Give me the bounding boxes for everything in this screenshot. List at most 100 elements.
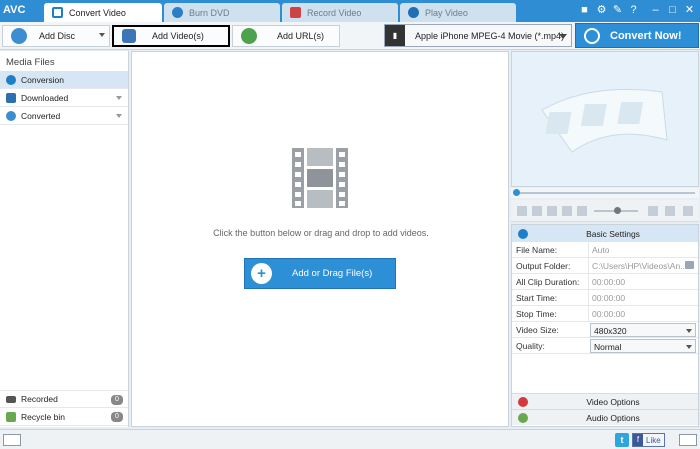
chevron-down-icon[interactable] xyxy=(99,33,105,37)
film-reel-graphic xyxy=(541,88,668,153)
facebook-icon: f xyxy=(633,434,643,446)
maximize-button[interactable]: □ xyxy=(666,4,679,17)
media-files-sidebar: Media Files Conversion Downloaded Conver… xyxy=(0,51,129,427)
output-folder-label: Output Folder: xyxy=(516,261,571,271)
seek-knob[interactable] xyxy=(513,189,520,196)
start-time-label: Start Time: xyxy=(516,293,558,303)
like-label: Like xyxy=(646,435,661,445)
status-bar: t f Like xyxy=(0,429,700,449)
tools-icon[interactable] xyxy=(683,206,693,216)
file-name-label: File Name: xyxy=(516,245,558,255)
count-badge: 0 xyxy=(111,412,123,422)
toggle-left-panel-icon[interactable] xyxy=(3,434,21,446)
twitter-icon[interactable]: t xyxy=(615,433,629,447)
quality-row: Quality: Normal xyxy=(512,338,698,354)
sidebar-item-converted[interactable]: Converted xyxy=(0,107,128,125)
file-name-value[interactable]: Auto xyxy=(592,245,610,255)
count-badge: 0 xyxy=(111,395,123,405)
play-icon[interactable] xyxy=(517,206,527,216)
seek-bar[interactable] xyxy=(511,188,699,198)
fullscreen-icon[interactable] xyxy=(648,206,658,216)
title-bar: AVC Convert Video Burn DVD Record Video … xyxy=(0,0,700,22)
file-drop-area[interactable]: Click the button below or drag and drop … xyxy=(131,51,509,427)
start-time-row: Start Time: 00:00:00 xyxy=(512,290,698,306)
audio-options-label: Audio Options xyxy=(586,412,640,423)
all-clip-duration-value: 00:00:00 xyxy=(592,277,626,287)
disc-icon xyxy=(172,7,183,18)
film-strip-icon xyxy=(290,148,350,208)
audio-options-icon xyxy=(518,412,528,423)
add-url-button[interactable]: Add URL(s) xyxy=(232,25,340,47)
volume-knob[interactable] xyxy=(614,207,621,214)
sidebar-item-recorded[interactable]: Recorded 0 xyxy=(0,390,128,408)
output-format-select[interactable]: ▮ Apple iPhone MPEG-4 Movie (*.mp4) xyxy=(384,24,572,47)
add-videos-button[interactable]: Add Video(s) xyxy=(112,25,230,47)
sidebar-title: Media Files xyxy=(6,57,55,68)
video-size-select[interactable]: 480x320 xyxy=(590,323,696,337)
settings-icon[interactable]: ⚙ xyxy=(595,4,608,17)
basic-settings-panel: Basic Settings File Name: Auto Output Fo… xyxy=(511,224,699,427)
basic-settings-header[interactable]: Basic Settings xyxy=(512,225,698,242)
quality-select[interactable]: Normal xyxy=(590,339,696,353)
eye-icon[interactable] xyxy=(577,206,587,216)
tools-icon[interactable]: ✎ xyxy=(611,4,624,17)
sidebar-item-downloaded[interactable]: Downloaded xyxy=(0,89,128,107)
add-disc-label: Add Disc xyxy=(39,31,76,41)
chevron-down-icon[interactable] xyxy=(116,96,122,100)
tab-play-video[interactable]: Play Video xyxy=(400,3,516,22)
crop-icon[interactable] xyxy=(562,206,572,216)
sidebar-item-recycle-bin[interactable]: Recycle bin 0 xyxy=(0,408,128,426)
help-icon[interactable]: ? xyxy=(627,4,640,17)
video-size-row: Video Size: 480x320 xyxy=(512,322,698,338)
output-folder-value[interactable]: C:\Users\HP\Videos\An... xyxy=(592,261,687,271)
output-format-value: Apple iPhone MPEG-4 Movie (*.mp4) xyxy=(415,30,565,41)
chevron-down-icon xyxy=(686,345,692,349)
account-icon[interactable]: ■ xyxy=(578,4,591,17)
stop-icon[interactable] xyxy=(532,206,542,216)
video-options-label: Video Options xyxy=(586,396,640,407)
tab-label: Burn DVD xyxy=(189,7,230,18)
tab-convert-video[interactable]: Convert Video xyxy=(44,3,162,22)
quality-label: Quality: xyxy=(516,341,545,351)
sidebar-item-label: Conversion xyxy=(21,74,64,85)
folder-icon[interactable] xyxy=(685,261,694,269)
iphone-icon: ▮ xyxy=(385,25,405,46)
conversion-icon xyxy=(6,74,16,85)
convert-now-button[interactable]: Convert Now! xyxy=(575,23,699,48)
tab-label: Convert Video xyxy=(69,7,126,18)
add-url-label: Add URL(s) xyxy=(277,31,325,41)
video-size-label: Video Size: xyxy=(516,325,559,335)
play-icon xyxy=(408,7,419,18)
chevron-down-icon[interactable] xyxy=(116,114,122,118)
stop-time-value[interactable]: 00:00:00 xyxy=(592,309,625,319)
toggle-right-panel-icon[interactable] xyxy=(679,434,697,446)
add-url-icon xyxy=(241,28,257,44)
tab-burn-dvd[interactable]: Burn DVD xyxy=(164,3,280,22)
all-clip-duration-label: All Clip Duration: xyxy=(516,277,580,287)
tab-label: Record Video xyxy=(307,7,362,18)
effect-icon[interactable] xyxy=(665,206,675,216)
seek-track xyxy=(517,192,695,194)
video-options-icon xyxy=(518,396,528,407)
add-or-drag-label: Add or Drag File(s) xyxy=(292,268,373,279)
add-disc-button[interactable]: Add Disc xyxy=(2,25,110,47)
add-videos-label: Add Video(s) xyxy=(152,31,204,41)
snapshot-icon[interactable] xyxy=(547,206,557,216)
chevron-down-icon xyxy=(559,34,567,39)
plus-icon: + xyxy=(251,263,272,284)
start-time-value[interactable]: 00:00:00 xyxy=(592,293,625,303)
video-options-header[interactable]: Video Options xyxy=(512,393,698,409)
sidebar-item-conversion[interactable]: Conversion xyxy=(0,71,128,89)
chevron-down-icon xyxy=(686,329,692,333)
minimize-button[interactable]: – xyxy=(649,4,662,17)
facebook-like-button[interactable]: f Like xyxy=(632,433,665,447)
tab-record-video[interactable]: Record Video xyxy=(282,3,398,22)
close-button[interactable]: ✕ xyxy=(683,4,696,17)
sidebar-item-label: Downloaded xyxy=(21,92,69,103)
all-clip-duration-row: All Clip Duration: 00:00:00 xyxy=(512,274,698,290)
add-or-drag-files-button[interactable]: + Add or Drag File(s) xyxy=(244,258,396,289)
video-size-value: 480x320 xyxy=(594,326,627,336)
disc-icon xyxy=(11,28,27,44)
audio-options-header[interactable]: Audio Options xyxy=(512,409,698,425)
output-folder-row: Output Folder: C:\Users\HP\Videos\An... xyxy=(512,258,698,274)
